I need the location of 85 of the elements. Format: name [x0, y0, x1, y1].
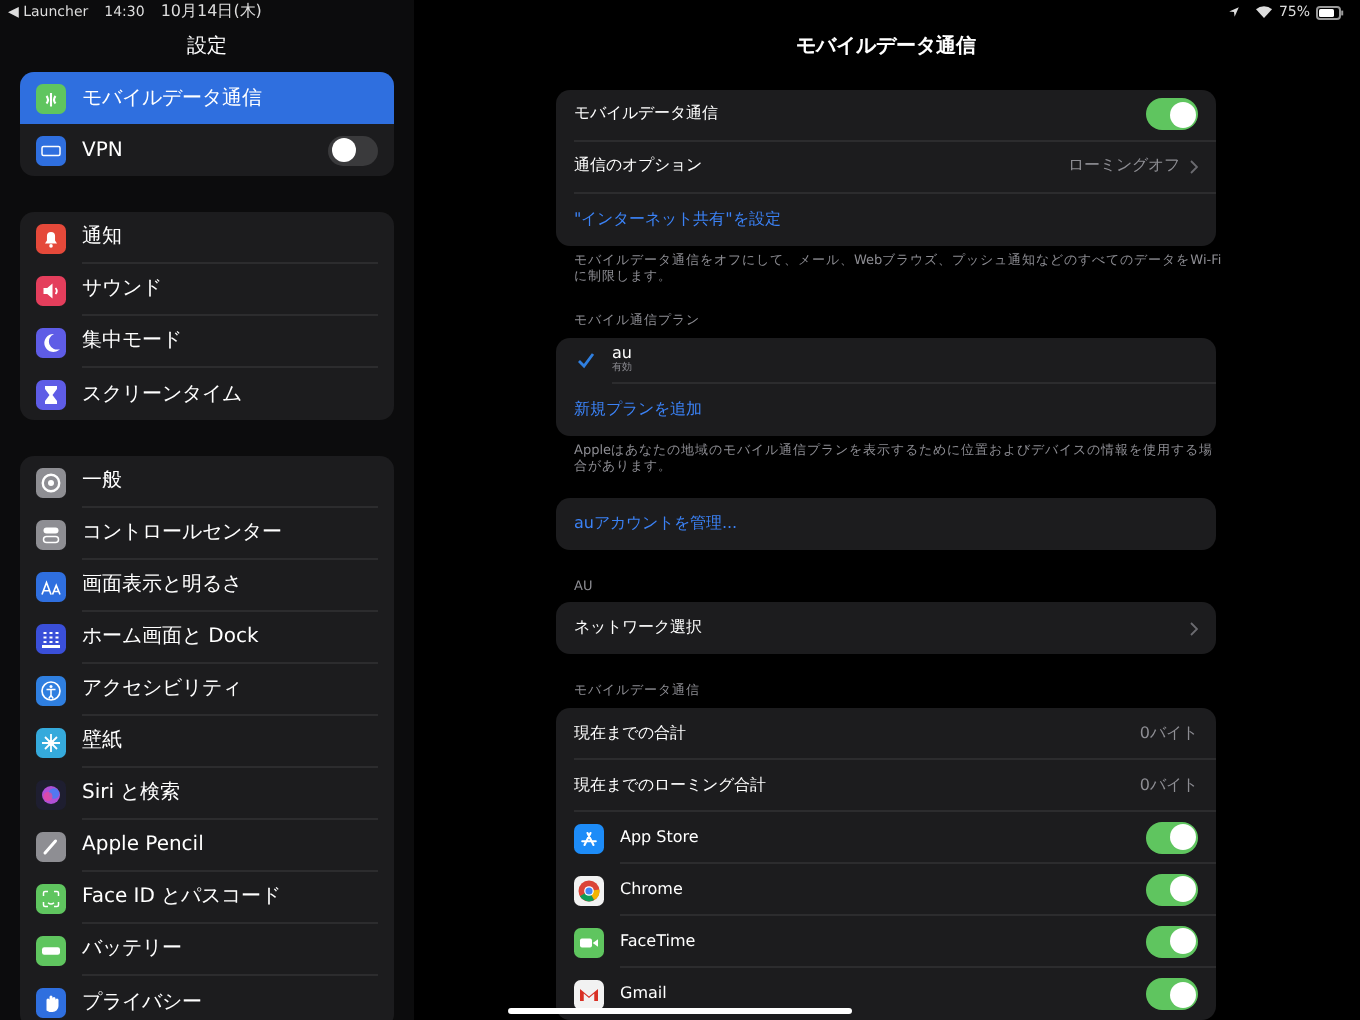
row-label: 現在までのローミング合計 — [574, 773, 766, 797]
row-label: App Store — [620, 825, 699, 849]
page-title: モバイルデータ通信 — [796, 34, 976, 62]
item-label: Siri と検索 — [82, 779, 181, 808]
gear-icon — [36, 467, 66, 497]
link-text[interactable]: 新規プランを追加 — [574, 397, 702, 421]
row-label: Gmail — [620, 982, 667, 1006]
toggle-switch[interactable] — [1146, 978, 1198, 1010]
item-label: Face ID とパスコード — [82, 884, 282, 912]
battery-icon — [1316, 5, 1344, 19]
item-label: 壁紙 — [82, 727, 122, 756]
item-label: Apple Pencil — [82, 832, 204, 860]
sidebar-title: 設定 — [187, 34, 227, 62]
row-label: 現在までの合計 — [574, 721, 686, 745]
wifi-icon — [1256, 6, 1273, 18]
vpn-icon — [36, 135, 66, 165]
sidebar-item[interactable]: Face ID とパスコード — [20, 872, 394, 924]
sidebar-item[interactable]: バッテリー — [20, 924, 394, 976]
sidebar-item[interactable]: プライバシー — [20, 976, 394, 1020]
video-camera-icon — [574, 927, 604, 957]
sidebar-item[interactable]: サウンド — [20, 264, 394, 316]
hand-icon — [36, 987, 66, 1017]
toggle-switch[interactable] — [1146, 925, 1198, 957]
location-icon — [1228, 6, 1241, 18]
row-value: 0バイト — [1139, 773, 1198, 797]
chrome-icon — [574, 875, 604, 905]
sidebar-item[interactable]: VPN — [20, 124, 394, 176]
text-size-icon — [36, 571, 66, 601]
bell-icon — [36, 223, 66, 253]
switches-icon — [36, 519, 66, 549]
toggle-switch[interactable] — [1146, 873, 1198, 905]
orb-icon — [36, 779, 66, 809]
item-label: 集中モード — [82, 327, 182, 356]
app-store-icon — [574, 823, 604, 853]
moon-icon — [36, 327, 66, 357]
item-label: モバイルデータ通信 — [82, 85, 262, 113]
item-label: 一般 — [82, 468, 122, 496]
link-text[interactable]: "インターネット共有"を設定 — [574, 207, 781, 232]
sidebar-item[interactable]: 通知 — [20, 212, 394, 264]
item-label: バッテリー — [82, 936, 182, 964]
item-label: コントロールセンター — [82, 520, 282, 548]
item-label: 画面表示と明るさ — [82, 571, 242, 600]
plan-name: au — [612, 345, 632, 361]
toggle-switch[interactable] — [328, 135, 378, 165]
row-label[interactable]: 通信のオプション — [574, 154, 702, 179]
sidebar-item[interactable]: コントロールセンター — [20, 508, 394, 560]
app-grid-icon — [36, 623, 66, 653]
battery-icon — [36, 935, 66, 965]
sidebar-item[interactable]: スクリーンタイム — [20, 368, 394, 420]
item-label: 通知 — [82, 223, 122, 252]
sidebar-item[interactable]: アクセシビリティ — [20, 664, 394, 716]
item-label: サウンド — [82, 276, 162, 304]
sidebar-item[interactable]: Siri と検索 — [20, 768, 394, 820]
link-text[interactable]: auアカウントを管理... — [574, 511, 738, 535]
item-label: アクセシビリティ — [82, 676, 242, 704]
item-label: スクリーンタイム — [82, 381, 242, 409]
accessibility-icon — [36, 675, 66, 705]
flower-icon — [36, 727, 66, 757]
envelope-icon — [574, 979, 604, 1009]
sidebar-item[interactable]: 一般 — [20, 456, 394, 508]
row-label: モバイルデータ通信 — [574, 102, 718, 127]
row-value: 0バイト — [1139, 721, 1198, 745]
item-label: ホーム画面と Dock — [82, 624, 259, 652]
row-value: ローミングオフ — [1068, 154, 1180, 179]
row-label: Chrome — [620, 877, 683, 901]
sidebar-item[interactable]: 壁紙 — [20, 716, 394, 768]
sidebar-item[interactable]: Apple Pencil — [20, 820, 394, 872]
pencil-icon — [36, 831, 66, 861]
chevron-icon — [1190, 159, 1198, 174]
sidebar-item[interactable]: 画面表示と明るさ — [20, 560, 394, 612]
status-date: 10月14日(木) — [160, 0, 262, 24]
sidebar-item[interactable]: ホーム画面と Dock — [20, 612, 394, 664]
chevron-icon — [1190, 621, 1198, 636]
sidebar-item[interactable]: モバイルデータ通信 — [20, 72, 394, 124]
toggle-switch[interactable] — [1146, 98, 1198, 131]
face-scan-icon — [36, 883, 66, 913]
row-label[interactable]: ネットワーク選択 — [574, 616, 702, 641]
row-label: FaceTime — [620, 929, 696, 953]
hourglass-icon — [36, 379, 66, 409]
item-label: VPN — [82, 137, 123, 165]
toggle-switch[interactable] — [1146, 821, 1198, 853]
speaker-icon — [36, 275, 66, 305]
antenna-icon — [36, 83, 66, 113]
item-label: プライバシー — [82, 989, 202, 1017]
sidebar-item[interactable]: 集中モード — [20, 316, 394, 368]
